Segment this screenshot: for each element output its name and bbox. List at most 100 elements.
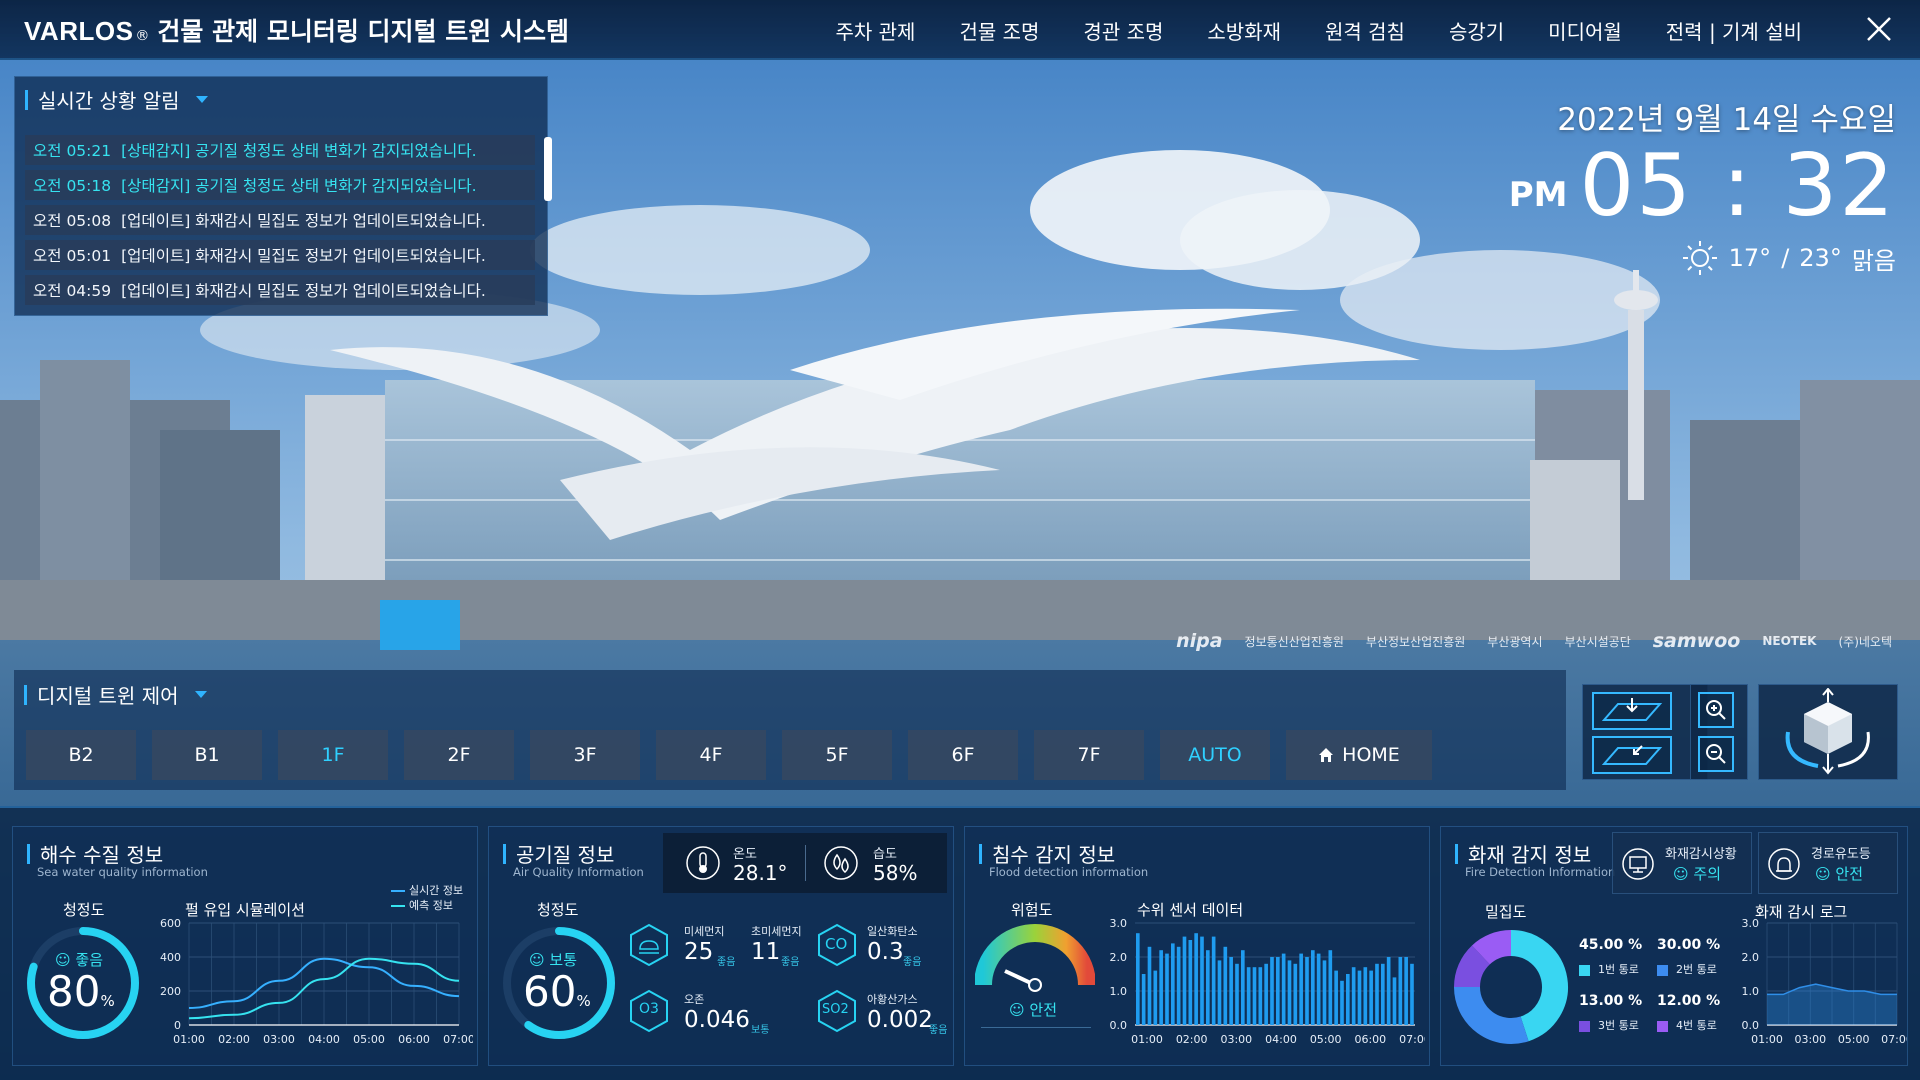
nav-media-wall[interactable]: 미디어월 [1526,16,1644,45]
x-tick-label: 03:00 [1794,1033,1826,1046]
route-item: 30.00 % 2번 통로 [1657,937,1727,977]
route-pct: 45.00 % [1579,937,1643,953]
bar [1229,957,1233,1025]
twin-title[interactable]: 디지털 트윈 제어 [24,680,207,709]
x-tick-label: 05:00 [1838,1033,1870,1046]
bar [1340,980,1344,1025]
route-name: 1번 통로 [1598,963,1639,976]
chevron-down-icon[interactable] [194,691,207,698]
route-name-row: 2번 통로 [1657,961,1727,977]
ozone-label: 오존 [684,993,705,1006]
x-tick-label: 01:00 [1751,1033,1783,1046]
y-tick-label: 0.0 [1110,1019,1128,1032]
bar [1369,970,1373,1025]
alert-row[interactable]: 오전 05:08 [업데이트] 화재감시 밀집도 정보가 업데이트되었습니다. [25,205,535,235]
alert-row[interactable]: 오전 05:18 [상태감지] 공기질 청정도 상태 변화가 감지되었습니다. [25,170,535,200]
bar [1386,957,1391,1025]
title-accent-bar [25,89,28,110]
x-tick-label: 05:00 [353,1033,385,1046]
brand-name: VARLOS [24,16,134,46]
guide-light-status-box[interactable]: 경로유도등 ☺ 안전 [1758,832,1898,894]
flood-risk-gauge [975,924,1095,992]
ultrafine-dust-label: 초미세먼지 [751,925,802,938]
fire-monitor-status-box[interactable]: 화재감시상황 ☺ 주의 [1612,832,1752,894]
nav-building-lighting[interactable]: 건물 조명 [937,16,1061,45]
home-button[interactable]: HOME [1286,730,1432,780]
route-swatch [1657,1020,1668,1032]
donut-slice [1471,930,1512,965]
alert-row[interactable]: 오전 05:21 [상태감지] 공기질 청정도 상태 변화가 감지되었습니다. [25,135,535,165]
monitor-icon [1622,848,1654,880]
fire-monitor-label: 화재감시상황 [1665,847,1737,862]
floor-button-5f[interactable]: 5F [782,730,892,780]
y-tick-label: 0 [174,1019,181,1032]
bar [1200,936,1204,1025]
flood-subtitle: Flood detection information [989,865,1149,879]
alerts-title[interactable]: 실시간 상황 알림 [25,85,208,114]
donut-slice [1510,930,1568,1042]
bar [1246,967,1251,1025]
floor-button-3f[interactable]: 3F [530,730,640,780]
bar [1381,963,1385,1025]
logo-busan-ip: 부산정보산업진흥원 [1365,634,1466,649]
floor-button-7f[interactable]: 7F [1034,730,1144,780]
app-brand: VARLOS ® 건물 관제 모니터링 디지털 트윈 시스템 [24,12,569,48]
x-tick-label: 03:00 [1220,1033,1252,1046]
seawater-title-text: 해수 수질 정보 [40,843,164,867]
bar [1328,950,1333,1025]
title-accent-bar [1455,843,1458,864]
seawater-legend: 실시간 정보 예측 정보 [391,883,463,913]
seawater-panel: 해수 수질 정보 Sea water quality information 청… [12,826,478,1066]
logo-busan-facilities: 부산시설공단 [1564,634,1631,649]
x-tick-label: 07:00 [1399,1033,1425,1046]
floor-plan-down-button[interactable] [1592,692,1672,730]
bar [1299,953,1303,1025]
nav-fire-safety[interactable]: 소방화재 [1185,16,1303,45]
zoom-out-button[interactable] [1698,736,1734,772]
floor-button-1f[interactable]: 1F [278,730,388,780]
thermometer-icon [686,846,720,880]
nav-landscape-lighting[interactable]: 경관 조명 [1061,16,1185,45]
bar [1334,970,1338,1025]
alerts-scrollbar[interactable] [544,137,552,201]
clock-time: 05 : 32 [1579,136,1896,236]
chevron-down-icon[interactable] [195,96,208,103]
alert-row[interactable]: 오전 04:59 [업데이트] 화재감시 밀집도 정보가 업데이트되었습니다. [25,275,535,305]
bar [1188,940,1193,1025]
floor-button-b1[interactable]: B1 [152,730,262,780]
bar [1375,963,1379,1025]
auto-button[interactable]: AUTO [1160,730,1270,780]
area-fill [1767,984,1897,1025]
nav-parking[interactable]: 주차 관제 [813,16,937,45]
floor-button-4f[interactable]: 4F [656,730,766,780]
route-pct: 13.00 % [1579,993,1643,1009]
bar [1287,960,1292,1025]
zoom-in-button[interactable] [1698,692,1734,728]
3d-rotate-cube-icon[interactable] [1770,688,1886,776]
floor-button-b2[interactable]: B2 [26,730,136,780]
x-tick-label: 04:00 [1265,1033,1297,1046]
fire-log-area-chart: 0.0 1.0 2.0 3.0 01:00 03:00 05:00 07:00 [1742,917,1908,1046]
floor-button-2f[interactable]: 2F [404,730,514,780]
digital-twin-control-panel: 디지털 트윈 제어 B2 B1 1F 2F 3F 4F 5F 6F 7F AUT… [14,670,1566,790]
floor-button-6f[interactable]: 6F [908,730,1018,780]
close-icon[interactable] [1864,14,1894,44]
guide-light-status: ☺ 안전 [1815,863,1863,884]
nav-power-mechanical[interactable]: 전력 | 기계 설비 [1644,16,1824,45]
date-text: 2022년 9월 14일 수요일 [1557,102,1896,138]
legend-item-realtime: 실시간 정보 [391,883,463,898]
nav-elevator[interactable]: 승강기 [1427,16,1526,45]
alert-row[interactable]: 오전 05:01 [업데이트] 화재감시 밀집도 정보가 업데이트되었습니다. [25,240,535,270]
logo-neotek-kr: (주)네오텍 [1838,634,1892,649]
bar [1165,953,1169,1025]
bar [1410,963,1414,1025]
x-tick-label: 01:00 [1131,1033,1163,1046]
water-level-bar-chart: 0.0 1.0 2.0 3.0 01:00 02:00 03:00 04:00 05:00 06:… [1110,917,1426,1046]
floor-plan-expand-button[interactable] [1592,736,1672,774]
datetime-widget: 2022년 9월 14일 수요일 PM 05 : 32 17° / 23° 맑음 [1476,94,1896,277]
partner-logos: nipa 정보통신산업진흥원 부산정보산업진흥원 부산광역시 부산시설공단 sa… [1176,630,1892,652]
x-tick-label: 07:00 [1881,1033,1907,1046]
route-name: 4번 통로 [1676,1019,1717,1032]
nav-remote-metering[interactable]: 원격 검침 [1303,16,1427,45]
flood-panel: 침수 감지 정보 Flood detection information 위험도… [964,826,1430,1066]
